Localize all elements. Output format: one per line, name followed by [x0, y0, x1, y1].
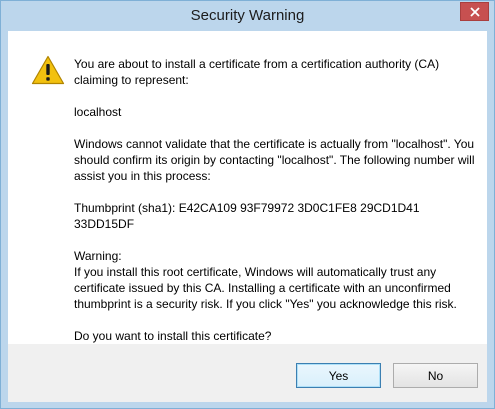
button-bar: Yes No: [8, 344, 487, 402]
host-name: localhost: [74, 105, 122, 119]
no-button[interactable]: No: [393, 363, 478, 388]
dialog-content-area: You are about to install a certificate f…: [8, 31, 487, 344]
title-bar[interactable]: Security Warning: [1, 1, 494, 31]
security-warning-dialog: Security Warning You are about to instal…: [0, 0, 495, 409]
warning-body: If you install this root certificate, Wi…: [74, 265, 457, 311]
message-text: You are about to install a certificate f…: [74, 56, 479, 360]
warning-triangle-icon: [31, 55, 65, 85]
intro-text: You are about to install a certificate f…: [74, 57, 440, 87]
yes-button[interactable]: Yes: [296, 363, 381, 388]
close-icon: [469, 6, 480, 17]
close-button[interactable]: [460, 2, 489, 21]
question-text: Do you want to install this certificate?: [74, 329, 272, 343]
warning-heading: Warning:: [74, 249, 122, 263]
thumbprint-text: Thumbprint (sha1): E42CA109 93F79972 3D0…: [74, 201, 420, 231]
dialog-title: Security Warning: [190, 7, 305, 24]
validation-text: Windows cannot validate that the certifi…: [74, 137, 475, 183]
